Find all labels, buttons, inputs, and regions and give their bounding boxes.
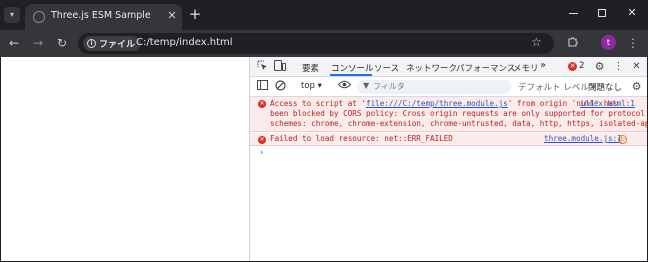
settings-gear-icon[interactable]: ⚙	[593, 60, 606, 73]
reload-button[interactable]: ↻	[54, 35, 70, 51]
message-line: schemes: chrome, chrome-extension, chrom…	[270, 119, 648, 128]
more-tabs-icon[interactable]: »	[540, 60, 546, 71]
log-levels-dropdown[interactable]: デフォルト レベル ▾	[518, 81, 596, 93]
tab-title: Three.js ESM Sample	[51, 10, 151, 21]
devtools-menu-icon[interactable]: ⋮	[612, 60, 625, 73]
minimize-button[interactable]	[563, 4, 583, 22]
console-error-message: ✕ Failed to load resource: net::ERR_FAIL…	[250, 133, 648, 146]
source-location-link[interactable]: three.module.js:1	[544, 134, 622, 144]
filter-input[interactable]: ▼ フィルタ	[357, 80, 511, 94]
error-icon: ✕	[258, 100, 266, 108]
tab-search-chevron-icon[interactable]: ▾	[4, 7, 20, 23]
error-count: 2	[579, 61, 585, 71]
issues-counter[interactable]: 問題なし	[588, 81, 622, 93]
message-line: Access to script at 'file:///C:/temp/thr…	[270, 99, 623, 108]
console-settings-gear-icon[interactable]: ⚙	[630, 80, 643, 93]
source-location-link[interactable]: index.html:1	[580, 99, 635, 109]
tab-performance[interactable]: パフォーマンス	[456, 62, 515, 74]
message-line: been blocked by CORS policy: Cross origi…	[270, 109, 645, 118]
window-close-button[interactable]: ✕	[622, 4, 642, 22]
minimize-icon	[568, 12, 578, 14]
script-url-link[interactable]: file:///C:/temp/three.module.js	[366, 99, 508, 108]
profile-avatar[interactable]: t	[601, 35, 616, 50]
filter-funnel-icon: ▼	[363, 81, 370, 90]
console-prompt[interactable]: ›	[259, 148, 264, 158]
url-text[interactable]: C:/temp/index.html	[136, 37, 233, 48]
error-count-badge[interactable]: ✕ 2	[568, 61, 584, 71]
browser-toolbar: ← → ↻ i ファイル C:/temp/index.html ☆ t ⋮	[0, 30, 648, 57]
favicon-icon	[33, 11, 45, 23]
message-text: Failed to load resource: net::ERR_FAILED	[270, 134, 453, 143]
context-selector[interactable]: top ▾	[301, 81, 322, 91]
browser-menu-icon[interactable]: ⋮	[626, 35, 640, 51]
error-icon: ✕	[258, 136, 266, 144]
page-viewport	[1, 57, 249, 261]
address-bar[interactable]: i ファイル C:/temp/index.html ☆	[78, 33, 554, 54]
site-info-label: ファイル	[99, 40, 136, 50]
console-error-message: ✕ Access to script at 'file:///C:/temp/t…	[250, 97, 648, 132]
extensions-puzzle-icon[interactable]	[566, 36, 580, 50]
inspect-element-icon[interactable]	[256, 60, 269, 73]
sidebar-toggle-icon[interactable]	[256, 80, 269, 93]
puzzle-icon	[568, 37, 578, 47]
new-tab-button[interactable]: +	[187, 5, 203, 23]
maximize-button[interactable]	[592, 4, 612, 22]
maximize-icon	[598, 9, 606, 17]
bookmark-star-icon[interactable]: ☆	[531, 35, 542, 49]
tab-sources[interactable]: ソース	[374, 62, 399, 74]
tab-close-icon[interactable]: ✕	[165, 9, 179, 23]
forward-button[interactable]: →	[30, 35, 46, 51]
filter-placeholder: フィルタ	[373, 82, 405, 91]
network-request-icon[interactable]: ↻	[618, 135, 627, 144]
tab-console[interactable]: コンソール	[331, 62, 374, 74]
tab-network[interactable]: ネットワーク	[406, 62, 457, 74]
tab-strip: ▾ Three.js ESM Sample ✕ + ✕	[0, 0, 648, 30]
device-toolbar-icon[interactable]	[273, 60, 286, 73]
site-info-chip[interactable]: i ファイル	[83, 36, 142, 51]
browser-tab[interactable]: Three.js ESM Sample ✕	[25, 4, 182, 30]
devtools-panel: 要素 コンソール ソース ネットワーク パフォーマンス メモリ » ✕ 2 ⚙ …	[249, 57, 648, 261]
clear-console-icon[interactable]	[274, 80, 287, 93]
info-icon: i	[87, 39, 96, 48]
tab-elements[interactable]: 要素	[302, 62, 319, 74]
back-button[interactable]: ←	[6, 35, 22, 51]
devtools-tab-bar: 要素 コンソール ソース ネットワーク パフォーマンス メモリ » ✕ 2 ⚙ …	[250, 57, 648, 77]
devtools-close-icon[interactable]: ✕	[630, 60, 643, 73]
tab-memory[interactable]: メモリ	[513, 62, 539, 74]
error-icon: ✕	[568, 61, 577, 71]
active-tab-indicator	[330, 74, 372, 76]
live-expression-eye-icon[interactable]	[337, 80, 352, 93]
console-filter-bar: top ▾ ▼ フィルタ デフォルト レベル ▾ 問題なし ⚙	[250, 77, 648, 97]
